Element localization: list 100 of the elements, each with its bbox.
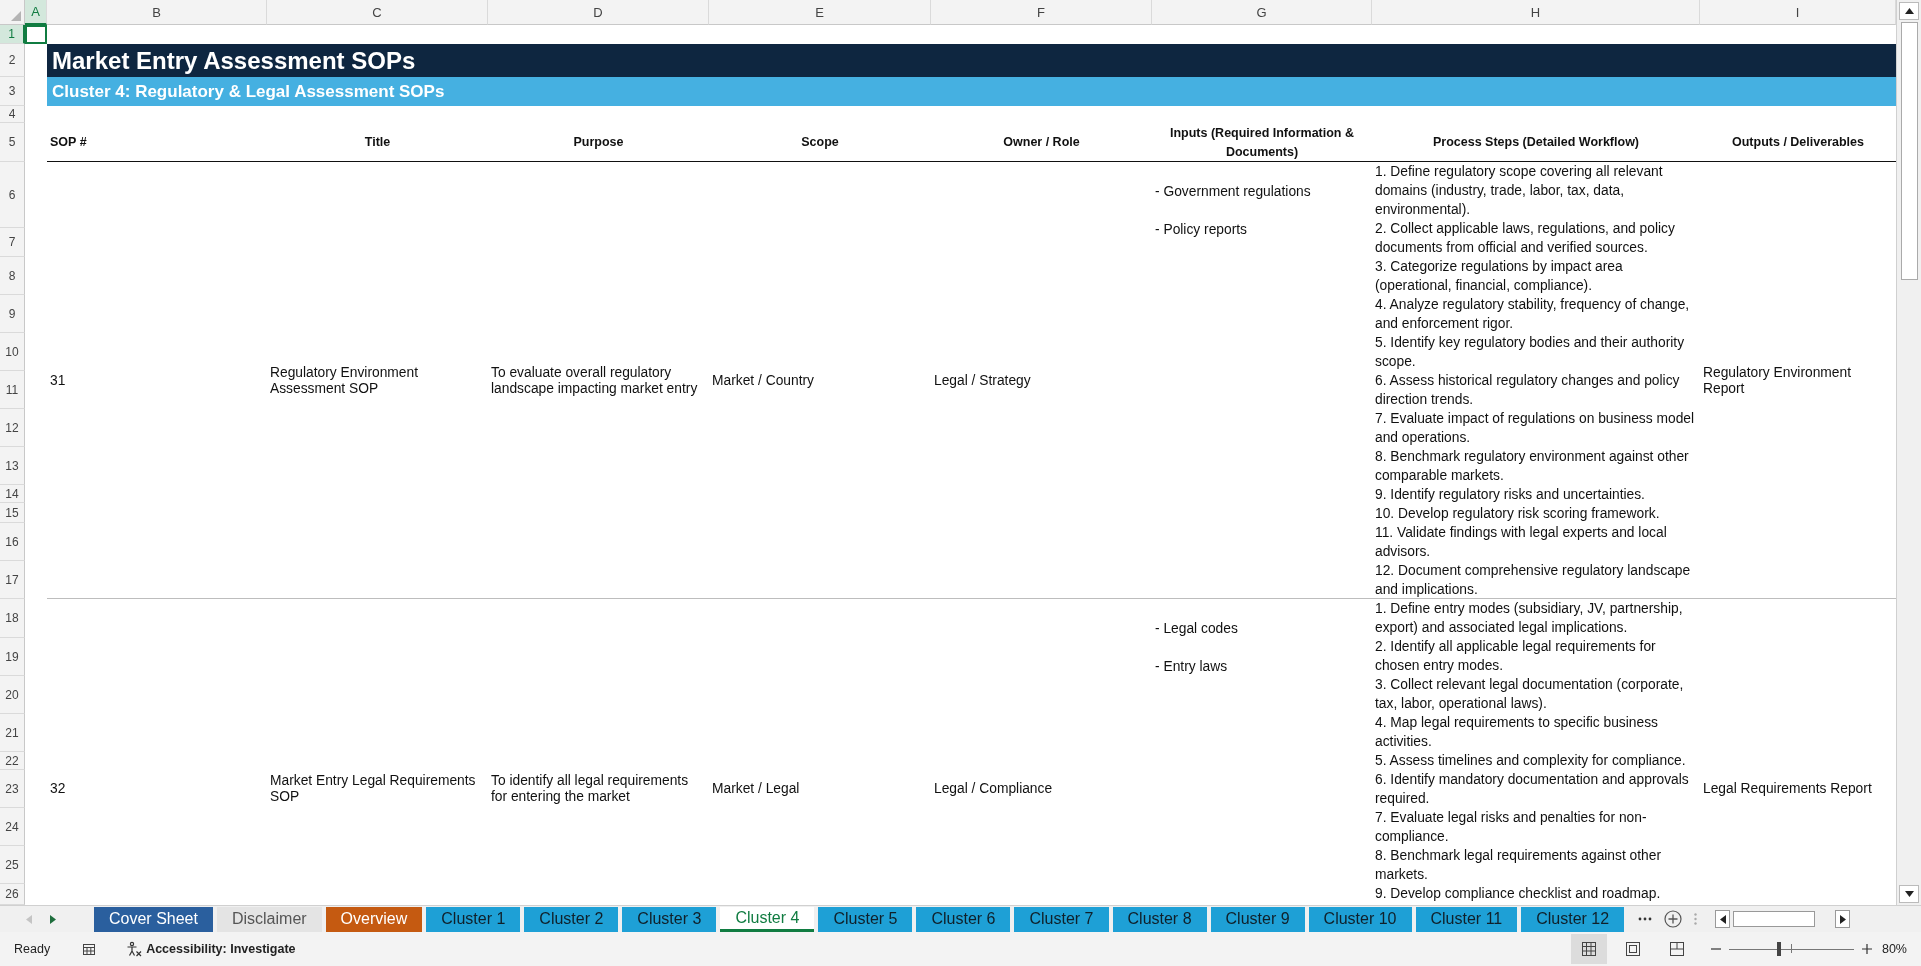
row-header[interactable]: 23 bbox=[0, 770, 25, 808]
sheet-tab[interactable]: Disclaimer bbox=[216, 906, 322, 932]
sheet-tab[interactable]: Cluster 6 bbox=[916, 906, 1011, 932]
process-step: 5. Assess timelines and complexity for compliance. bbox=[1375, 751, 1697, 770]
process-step: 11. Validate findings with legal experts and local advisors. bbox=[1375, 523, 1697, 561]
zoom-slider-thumb[interactable] bbox=[1776, 942, 1781, 956]
accessibility-status[interactable]: Accessibility: Investigate bbox=[146, 942, 296, 956]
scroll-thumb[interactable] bbox=[1900, 22, 1918, 280]
row-header[interactable]: 24 bbox=[0, 808, 25, 846]
horizontal-scrollbar[interactable] bbox=[1715, 910, 1851, 928]
column-header[interactable]: C bbox=[267, 0, 488, 25]
row-header[interactable]: 25 bbox=[0, 846, 25, 884]
sheet-tab[interactable]: Cluster 3 bbox=[622, 906, 717, 932]
column-heading: Title bbox=[363, 134, 392, 151]
sheet-tab[interactable]: Cover Sheet bbox=[94, 906, 213, 932]
row-header[interactable]: 20 bbox=[0, 676, 25, 714]
row-header[interactable]: 11 bbox=[0, 371, 25, 409]
row-header[interactable]: 7 bbox=[0, 228, 25, 257]
right-arrow-icon bbox=[1839, 914, 1846, 924]
table-cell-text: Legal / Compliance bbox=[933, 781, 1054, 797]
add-sheet-icon[interactable] bbox=[1664, 910, 1683, 928]
process-step: 1. Define entry modes (subsidiary, JV, partnership, export) and associated legal implications. bbox=[1375, 599, 1697, 637]
process-step: 4. Analyze regulatory stability, frequency of change, and enforcement rigor. bbox=[1375, 295, 1697, 333]
more-sheets-icon[interactable] bbox=[1638, 917, 1653, 921]
row-header[interactable]: 3 bbox=[0, 77, 25, 106]
sheet-tab[interactable]: Cluster 7 bbox=[1014, 906, 1109, 932]
sheet-tab[interactable]: Cluster 8 bbox=[1112, 906, 1207, 932]
next-sheet-icon[interactable] bbox=[50, 914, 56, 924]
sheet-tab[interactable]: Cluster 1 bbox=[426, 906, 521, 932]
column-header[interactable]: D bbox=[488, 0, 709, 25]
row-header[interactable]: 13 bbox=[0, 447, 25, 485]
column-header[interactable]: H bbox=[1372, 0, 1700, 25]
row-header[interactable]: 2 bbox=[0, 44, 25, 77]
process-step: 2. Identify all applicable legal requirements for chosen entry modes. bbox=[1375, 637, 1697, 675]
sheet-tab[interactable]: Cluster 5 bbox=[818, 906, 913, 932]
process-step: 7. Evaluate impact of regulations on business model and operations. bbox=[1375, 409, 1697, 447]
row-header[interactable]: 4 bbox=[0, 106, 25, 123]
sheet-subtitle: Cluster 4: Regulatory & Legal Assessment SOPs bbox=[47, 77, 1896, 106]
table-cell-text: Market / Country bbox=[711, 372, 815, 389]
row-header[interactable]: 26 bbox=[0, 884, 25, 905]
row-header[interactable]: 22 bbox=[0, 752, 25, 770]
row-header[interactable]: 6 bbox=[0, 162, 25, 228]
table-cell-text: Market Entry Legal Requirements SOP bbox=[269, 773, 477, 805]
process-step: 4. Map legal requirements to specific business activities. bbox=[1375, 713, 1697, 751]
scroll-left-button[interactable] bbox=[1715, 910, 1731, 928]
row-header[interactable]: 1 bbox=[0, 25, 25, 44]
row-header[interactable]: 19 bbox=[0, 638, 25, 676]
row-header[interactable]: 16 bbox=[0, 523, 25, 561]
normal-view-icon bbox=[1580, 941, 1597, 957]
table-icon[interactable] bbox=[82, 942, 97, 956]
sheet-tab[interactable]: Cluster 11 bbox=[1415, 906, 1518, 932]
row-header[interactable]: 21 bbox=[0, 714, 25, 752]
table-cell-text: Regulatory Environment Report bbox=[1702, 364, 1852, 397]
sheet-tab[interactable]: Cluster 9 bbox=[1210, 906, 1305, 932]
row-header[interactable]: 17 bbox=[0, 561, 25, 599]
view-button[interactable] bbox=[1570, 934, 1607, 964]
process-step: 2. Collect applicable laws, regulations, and policy documents from official and verified sources. bbox=[1375, 219, 1697, 257]
zoom-in-button[interactable] bbox=[1861, 944, 1872, 954]
row-header[interactable]: 9 bbox=[0, 295, 25, 333]
row-header[interactable]: 15 bbox=[0, 503, 25, 523]
column-header[interactable]: A bbox=[25, 0, 47, 25]
column-heading: Inputs (Required Information & Documents) bbox=[1169, 124, 1355, 161]
page-break-icon bbox=[1668, 941, 1685, 957]
row-header[interactable]: 8 bbox=[0, 257, 25, 295]
row-header[interactable]: 12 bbox=[0, 409, 25, 447]
table-cell-text: To evaluate overall regulatory landscape impacting market entry bbox=[490, 364, 699, 397]
process-step: 8. Benchmark regulatory environment against other comparable markets. bbox=[1375, 447, 1697, 485]
scroll-up-button[interactable] bbox=[1899, 2, 1919, 20]
scroll-right-button[interactable] bbox=[1835, 910, 1851, 928]
sheet-tab[interactable]: Cluster 4 bbox=[720, 906, 815, 932]
column-header[interactable]: E bbox=[709, 0, 931, 25]
sheet-tab[interactable]: Cluster 12 bbox=[1521, 906, 1625, 932]
column-header[interactable]: G bbox=[1152, 0, 1372, 25]
sheet-tab[interactable]: Cluster 2 bbox=[524, 906, 619, 932]
column-heading: Process Steps (Detailed Workflow) bbox=[1431, 134, 1641, 151]
column-header[interactable]: F bbox=[931, 0, 1152, 25]
scroll-thumb[interactable] bbox=[1733, 911, 1816, 927]
table-cell-text: - Legal codes bbox=[1155, 620, 1239, 638]
process-step: 12. Document comprehensive regulatory landscape and implications. bbox=[1375, 561, 1697, 599]
zoom-level[interactable]: 80% bbox=[1881, 942, 1907, 956]
sheet-title: Market Entry Assessment SOPs bbox=[47, 44, 1896, 77]
column-header[interactable]: I bbox=[1700, 0, 1896, 25]
row-header[interactable]: 14 bbox=[0, 485, 25, 503]
left-arrow-icon bbox=[1719, 914, 1726, 924]
row-header[interactable]: 18 bbox=[0, 599, 25, 638]
accessibility-icon[interactable] bbox=[126, 941, 143, 957]
selected-cell[interactable] bbox=[25, 25, 47, 44]
row-header[interactable]: 10 bbox=[0, 333, 25, 371]
up-arrow-icon bbox=[1904, 8, 1914, 14]
table-cell-text: - Government regulations bbox=[1155, 183, 1312, 201]
sheet-tab[interactable]: Overview bbox=[325, 906, 423, 932]
zoom-slider[interactable] bbox=[1728, 941, 1854, 957]
row-header[interactable]: 5 bbox=[0, 123, 25, 162]
vertical-scrollbar[interactable] bbox=[1896, 0, 1921, 905]
sheet-tab[interactable]: Cluster 10 bbox=[1308, 906, 1412, 932]
vertical-dots-icon[interactable] bbox=[1694, 913, 1698, 925]
scroll-down-button[interactable] bbox=[1899, 885, 1919, 903]
process-step: 10. Develop regulatory risk scoring framework. bbox=[1375, 504, 1697, 523]
table-cell-text: 32 bbox=[49, 781, 67, 797]
column-header[interactable]: B bbox=[47, 0, 267, 25]
